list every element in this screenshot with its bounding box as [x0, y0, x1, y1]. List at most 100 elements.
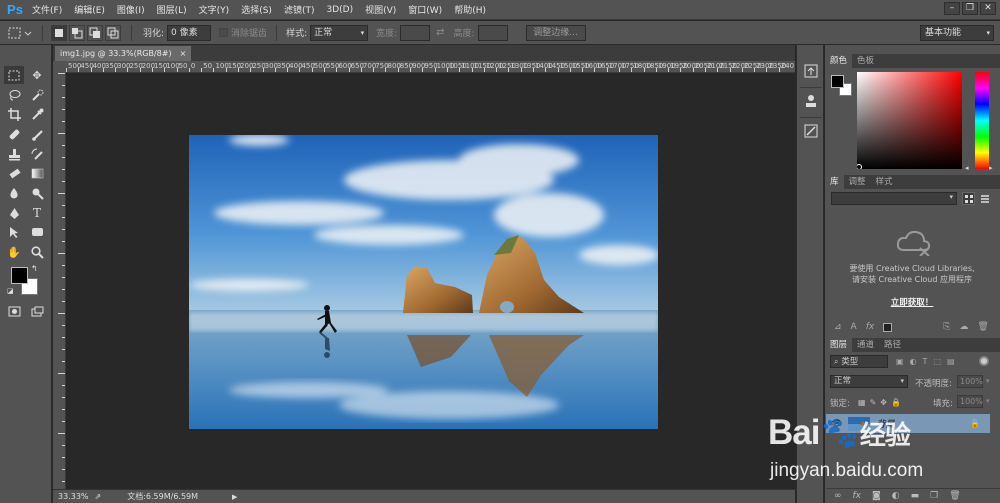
path-selection-tool[interactable] [4, 223, 24, 241]
add-mask-icon[interactable]: ◙ [872, 491, 881, 501]
filter-shape-icon[interactable]: ⬚ [933, 357, 941, 366]
color-picker-field[interactable] [857, 72, 962, 169]
tab-layers[interactable]: 图层 [825, 338, 853, 352]
opacity-slider-arrow-icon[interactable]: ▾ [986, 377, 990, 385]
add-selection-button[interactable] [69, 24, 85, 41]
swap-colors-icon[interactable]: ↰ [31, 264, 38, 273]
menu-window[interactable]: 窗口(W) [402, 3, 448, 16]
menu-layer[interactable]: 图层(L) [151, 3, 193, 16]
feather-input[interactable]: 0 像素 [167, 24, 212, 41]
tab-styles[interactable]: 样式 [871, 175, 898, 189]
brush-presets-panel-button[interactable] [802, 123, 820, 139]
add-color-swatch[interactable] [883, 322, 893, 332]
horizontal-ruler[interactable]: 500 450 400 350 300 250 200 150 100 50 0 50 100 150 20… [66, 61, 795, 73]
subtract-selection-button[interactable] [87, 24, 103, 41]
hue-slider-handle-icon[interactable]: ◂ [965, 164, 969, 172]
eraser-tool[interactable] [4, 164, 24, 182]
tab-color[interactable]: 颜色 [825, 54, 853, 68]
add-layer-style-icon[interactable]: fx [866, 322, 875, 332]
close-button[interactable]: ✕ [980, 2, 996, 15]
filter-adjustment-icon[interactable]: ◐ [910, 357, 917, 366]
tab-channels[interactable]: 通道 [852, 338, 879, 352]
menu-filter[interactable]: 滤镜(T) [278, 3, 321, 16]
intersect-selection-button[interactable] [105, 24, 121, 41]
shape-tool[interactable] [27, 223, 47, 241]
tool-preset-picker[interactable] [6, 23, 34, 43]
filter-toggle-button[interactable] [979, 356, 989, 366]
screen-mode-button[interactable] [27, 302, 47, 320]
panel-foreground-swatch[interactable] [831, 75, 844, 88]
opacity-input[interactable]: 100% [957, 375, 983, 388]
menu-type[interactable]: 文字(Y) [193, 3, 236, 16]
new-group-icon[interactable]: ▬ [911, 491, 920, 501]
zoom-level[interactable]: 33.33% [58, 492, 89, 501]
menu-view[interactable]: 视图(V) [359, 3, 402, 16]
add-graphic-icon[interactable]: ⊿ [834, 322, 842, 332]
filter-pixel-icon[interactable]: ▣ [896, 357, 904, 366]
workspace-select[interactable]: 基本功能 ▾ [920, 25, 994, 41]
lock-pixels-icon[interactable]: ✎ [870, 398, 877, 407]
antialias-checkbox[interactable] [219, 28, 229, 37]
tab-adjustments[interactable]: 调整 [844, 175, 871, 189]
new-layer-icon[interactable]: ❐ [930, 491, 938, 501]
lasso-tool[interactable] [4, 86, 24, 104]
lock-transparency-icon[interactable]: ▦ [858, 398, 866, 407]
tab-paths[interactable]: 路径 [879, 338, 906, 352]
brush-tool[interactable] [27, 125, 47, 143]
lock-position-icon[interactable]: ✥ [880, 398, 887, 407]
layer-style-icon[interactable]: fx [853, 491, 862, 501]
style-select[interactable]: 正常 ▾ [310, 24, 369, 41]
quick-select-tool[interactable] [27, 86, 47, 104]
adjustment-layer-icon[interactable]: ◐ [892, 491, 900, 501]
document-image[interactable] [189, 135, 658, 429]
delete-icon[interactable]: 🗑 [977, 322, 988, 332]
menu-help[interactable]: 帮助(H) [448, 3, 492, 16]
grid-view-button[interactable] [962, 192, 975, 205]
document-tab[interactable]: img1.jpg @ 33.3%(RGB/8#) × [55, 46, 192, 61]
foreground-color-front[interactable] [11, 267, 28, 284]
dodge-tool[interactable] [27, 184, 47, 202]
filter-smart-object-icon[interactable]: ▤ [947, 357, 955, 366]
get-it-now-link[interactable]: 立即获取！ [830, 296, 994, 308]
lock-all-icon[interactable]: 🔒 [891, 398, 901, 407]
tab-libraries[interactable]: 库 [825, 175, 844, 189]
sync-cloud-icon[interactable]: ☁ [959, 322, 968, 332]
height-input[interactable] [477, 24, 508, 41]
menu-edit[interactable]: 编辑(E) [68, 3, 111, 16]
restore-button[interactable]: ❐ [962, 2, 978, 15]
history-brush-tool[interactable] [27, 145, 47, 163]
close-tab-icon[interactable]: × [180, 49, 187, 58]
hue-slider[interactable] [975, 72, 989, 169]
minimize-button[interactable]: – [944, 2, 960, 15]
eyedropper-tool[interactable] [27, 105, 47, 123]
blend-mode-select[interactable]: 正常 ▾ [830, 375, 908, 388]
layer-filter-select[interactable]: ⌕ 类型 [830, 355, 888, 368]
library-select[interactable]: ▾ [831, 192, 957, 205]
crop-tool[interactable] [4, 105, 24, 123]
refine-edge-button[interactable]: 调整边缘... [525, 24, 586, 41]
tab-swatches[interactable]: 色板 [852, 54, 879, 68]
menu-3d[interactable]: 3D(D) [320, 5, 359, 15]
status-menu-arrow-icon[interactable]: ▶ [232, 493, 237, 501]
gradient-tool[interactable] [27, 164, 47, 182]
menu-file[interactable]: 文件(F) [26, 3, 68, 16]
quick-mask-button[interactable] [4, 302, 24, 320]
blur-tool[interactable] [4, 184, 24, 202]
pen-tool[interactable] [4, 204, 24, 222]
hue-slider-handle-right-icon[interactable]: ▸ [989, 164, 993, 172]
ruler-origin[interactable] [53, 61, 66, 73]
marquee-tool[interactable] [4, 66, 24, 84]
hand-tool[interactable]: ✋ [4, 243, 24, 261]
export-icon[interactable]: ⇗ [95, 492, 102, 501]
new-selection-button[interactable] [51, 24, 67, 41]
add-character-style-icon[interactable]: A [851, 322, 857, 332]
properties-panel-button[interactable] [802, 93, 820, 109]
type-tool[interactable]: T [27, 204, 47, 222]
clone-stamp-tool[interactable] [4, 145, 24, 163]
menu-image[interactable]: 图像(I) [111, 3, 151, 16]
swap-dimensions-icon[interactable]: ⇄ [436, 27, 444, 38]
delete-layer-icon[interactable]: 🗑 [949, 491, 960, 501]
menu-select[interactable]: 选择(S) [235, 3, 278, 16]
link-layers-icon[interactable]: ∞ [834, 491, 842, 501]
zoom-tool[interactable] [27, 243, 47, 261]
